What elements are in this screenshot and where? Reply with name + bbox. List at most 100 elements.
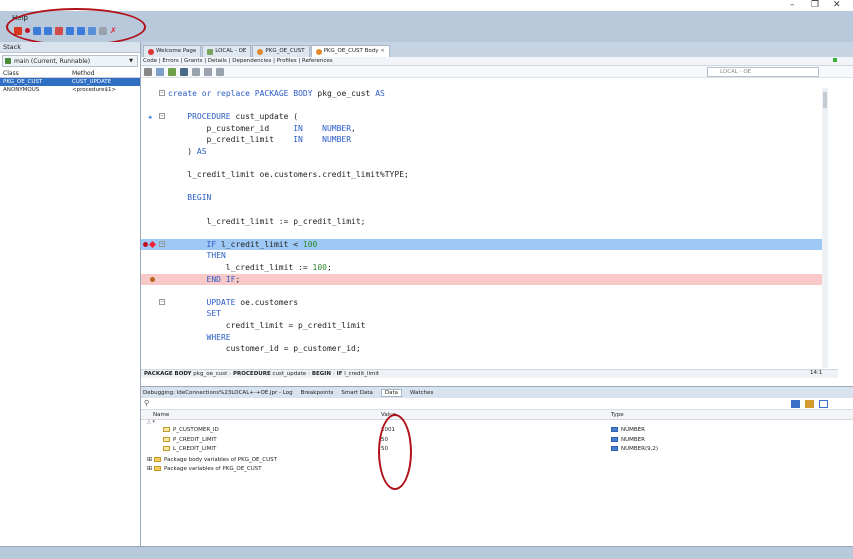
variable-type: NUMBER: [621, 436, 645, 443]
data-search-row[interactable]: ⚲: [141, 398, 853, 410]
scrollbar-thumb[interactable]: [823, 92, 827, 108]
connection-select[interactable]: LOCAL - OE: [707, 67, 819, 77]
profile-icon[interactable]: [204, 67, 212, 76]
collapse-icon[interactable]: △ ▾: [147, 419, 155, 425]
fold-icon[interactable]: −: [159, 113, 165, 120]
code-line[interactable]: l_credit_limit := 100;: [141, 262, 827, 273]
code-line[interactable]: BEGIN: [141, 192, 827, 203]
step-over-icon[interactable]: [33, 26, 41, 35]
edit-icon[interactable]: [156, 67, 164, 76]
code-line[interactable]: ) AS: [141, 146, 827, 157]
status-ok-icon: [833, 58, 837, 62]
breakpoint-icon[interactable]: [143, 241, 148, 247]
code-line[interactable]: [141, 285, 827, 296]
fold-icon[interactable]: −: [159, 298, 165, 305]
type-icon: [611, 427, 618, 432]
pause-icon[interactable]: [99, 26, 107, 35]
detach-icon[interactable]: ✗: [110, 26, 118, 35]
refresh-icon[interactable]: [819, 400, 828, 408]
bookmark-icon[interactable]: [216, 67, 224, 76]
oracle-icon: [148, 48, 154, 55]
code-line[interactable]: IF l_credit_limit < 100 −: [141, 238, 827, 250]
breakpoint-icon[interactable]: [25, 28, 30, 33]
code-line[interactable]: WHERE: [141, 332, 827, 343]
stack-panel: Stack main (Current, Runnable) ▼ Class M…: [0, 42, 141, 546]
maximize-button[interactable]: ❐: [811, 0, 819, 11]
thread-select[interactable]: main (Current, Runnable) ▼: [2, 55, 138, 67]
run-icon[interactable]: [168, 67, 176, 76]
tab-label: PKG_OE_CUST Body: [323, 48, 379, 54]
status-bar: [0, 546, 853, 559]
breadcrumb-item[interactable]: BEGIN: [312, 371, 331, 377]
variable-row[interactable]: L_CREDIT_LIMIT 50 NUMBER(9,2): [141, 445, 853, 455]
tab-watches[interactable]: Watches: [410, 390, 433, 396]
breadcrumb-item[interactable]: IF l_credit_limit: [337, 371, 379, 377]
code-line[interactable]: END IF;: [141, 273, 827, 285]
tab-local-oe[interactable]: LOCAL - OE: [202, 45, 252, 57]
variable-icon: [163, 436, 170, 442]
view-toggle-icon[interactable]: [791, 400, 800, 408]
run-to-cursor-icon[interactable]: [77, 26, 85, 35]
package-node[interactable]: ⊞ Package variables of PKG_OE_CUST: [141, 464, 853, 474]
code-line[interactable]: p_credit_limit IN NUMBER: [141, 134, 827, 145]
tab-breakpoints[interactable]: Breakpoints: [301, 390, 334, 396]
expand-icon[interactable]: ⊞: [147, 456, 152, 463]
breakpoint-icon[interactable]: [150, 276, 155, 282]
minimize-button[interactable]: –: [790, 0, 795, 11]
data-table-header: Name Value Type: [141, 410, 853, 420]
variable-value: 50: [381, 436, 388, 443]
stack-row[interactable]: PKG_OE_CUST CUST_UPDATE: [0, 78, 140, 86]
code-line[interactable]: [141, 181, 827, 192]
debug-icon[interactable]: [180, 67, 188, 76]
code-line[interactable]: credit_limit = p_credit_limit: [141, 320, 827, 331]
step-into-icon[interactable]: [44, 26, 52, 35]
code-line[interactable]: PROCEDURE cust_update (− ✚: [141, 111, 827, 122]
code-line[interactable]: [141, 100, 827, 111]
resume-icon[interactable]: [88, 26, 96, 35]
columns-icon[interactable]: [805, 400, 814, 408]
stack-row[interactable]: ANONYMOUS <procedure$1>: [0, 86, 140, 94]
breadcrumb-item[interactable]: PROCEDURE cust_update: [233, 371, 306, 377]
editor-vertical-scrollbar[interactable]: [822, 88, 828, 368]
variable-row[interactable]: P_CREDIT_LIMIT 50 NUMBER: [141, 436, 853, 446]
expand-icon[interactable]: ⊞: [147, 465, 152, 472]
step-to-end-icon[interactable]: [66, 26, 74, 35]
tab-data[interactable]: Data: [380, 388, 403, 397]
code-text: create or replace PACKAGE BODY pkg_oe_cu…: [168, 89, 385, 98]
code-line[interactable]: UPDATE oe.customers −: [141, 297, 827, 308]
tab-pkg-oe-cust[interactable]: PKG_OE_CUST: [252, 45, 310, 57]
variable-row[interactable]: P_CUSTOMER_ID 1001 NUMBER: [141, 426, 853, 436]
code-line[interactable]: [141, 204, 827, 215]
editor-subtabs[interactable]: Code | Errors | Grants | Details | Depen…: [141, 57, 853, 66]
close-button[interactable]: ✕: [833, 0, 841, 11]
code-line[interactable]: l_credit_limit oe.customers.credit_limit…: [141, 169, 827, 180]
code-line[interactable]: p_customer_id IN NUMBER,: [141, 123, 827, 134]
tab-debug-log[interactable]: Debugging: IdeConnections%23LOCAL+-+OE.j…: [143, 390, 293, 396]
code-line[interactable]: l_credit_limit := p_credit_limit;: [141, 216, 827, 227]
breadcrumb-item[interactable]: PACKAGE BODY pkg_oe_cust: [144, 371, 227, 377]
code-editor[interactable]: create or replace PACKAGE BODY pkg_oe_cu…: [141, 88, 827, 368]
tab-pkg-oe-cust-body[interactable]: PKG_OE_CUST Body ✕: [310, 45, 390, 57]
type-icon: [611, 436, 618, 442]
terminate-icon[interactable]: [14, 26, 22, 35]
tab-smart-data[interactable]: Smart Data: [341, 390, 373, 396]
tab-welcome-page[interactable]: Welcome Page: [143, 45, 202, 57]
thread-select-value: main (Current, Runnable): [14, 57, 91, 65]
menu-help[interactable]: Help: [12, 14, 28, 22]
fold-icon[interactable]: −: [159, 90, 165, 96]
code-line[interactable]: THEN: [141, 250, 827, 261]
code-line[interactable]: SET: [141, 308, 827, 319]
step-out-icon[interactable]: [55, 26, 63, 35]
code-line[interactable]: customer_id = p_customer_id;: [141, 343, 827, 354]
code-text: WHERE: [206, 332, 231, 342]
code-line[interactable]: create or replace PACKAGE BODY pkg_oe_cu…: [141, 88, 827, 99]
code-line[interactable]: [141, 158, 827, 169]
pin-icon[interactable]: [144, 67, 152, 76]
fold-icon[interactable]: −: [159, 240, 165, 247]
close-tab-icon[interactable]: ✕: [380, 46, 384, 57]
tab-label: LOCAL - OE: [215, 48, 247, 54]
package-node[interactable]: ⊞ Package body variables of PKG_OE_CUST: [141, 455, 853, 465]
compile-icon[interactable]: [192, 67, 200, 76]
code-text: SET: [206, 309, 221, 319]
code-line[interactable]: [141, 227, 827, 238]
